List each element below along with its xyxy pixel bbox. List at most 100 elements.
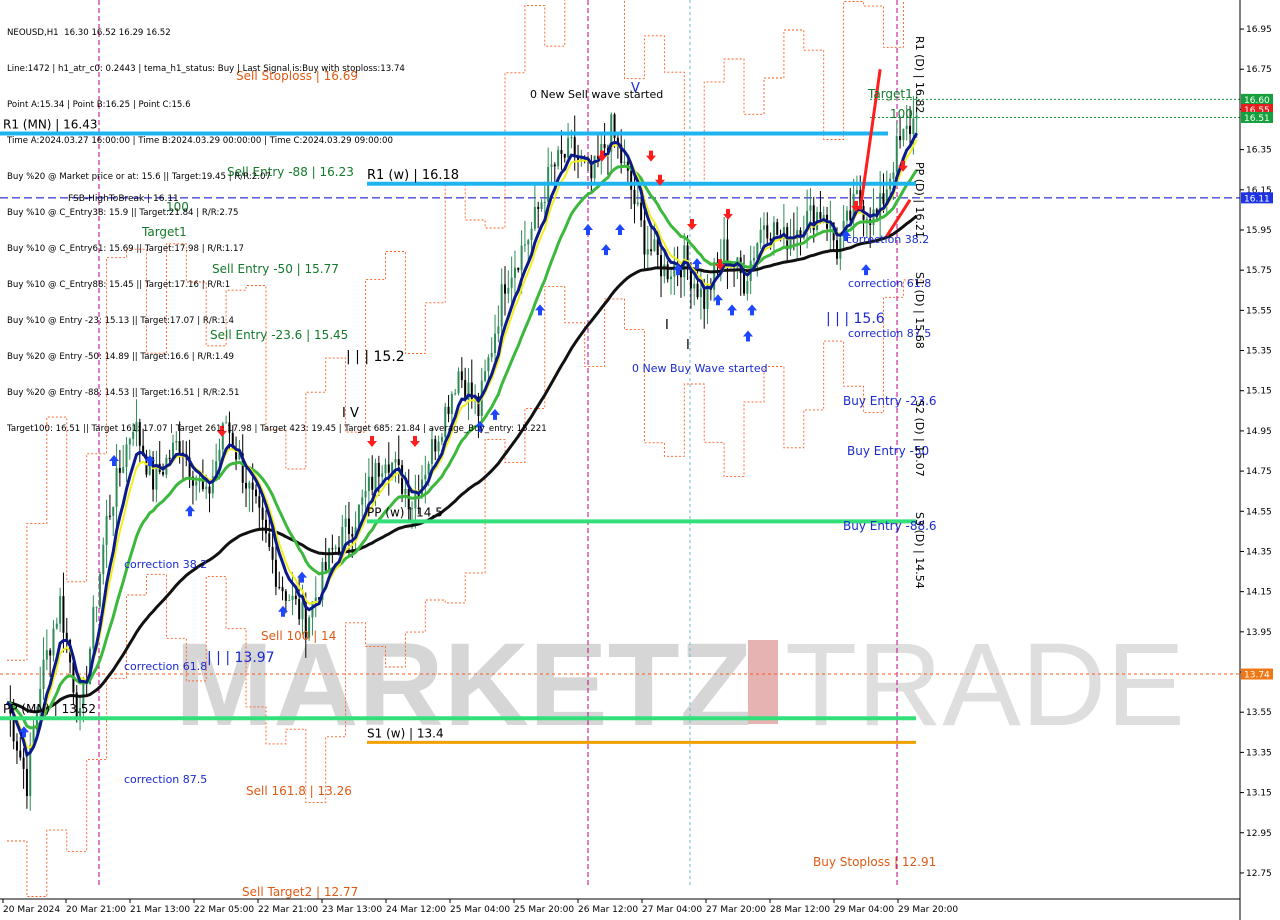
y-tick-label: 12.95 bbox=[1246, 829, 1272, 839]
candle-body bbox=[630, 170, 633, 190]
candle-body bbox=[643, 220, 646, 255]
wave-label-i-a: I bbox=[665, 318, 669, 333]
candle-body bbox=[650, 249, 653, 252]
candle-body bbox=[909, 125, 912, 135]
correction-61-left: correction 61.8 bbox=[124, 660, 207, 673]
buy-arrow bbox=[727, 304, 737, 316]
candle-body bbox=[673, 264, 676, 277]
candle-body bbox=[855, 190, 858, 194]
x-tick-label: 22 Mar 21:00 bbox=[258, 905, 318, 915]
candle-body bbox=[766, 225, 769, 239]
candle-body bbox=[553, 164, 556, 167]
candle-body bbox=[195, 481, 198, 486]
candle-body bbox=[397, 459, 400, 466]
candle-body bbox=[105, 515, 108, 545]
y-tick-label: 12.75 bbox=[1246, 869, 1272, 879]
candle-body bbox=[703, 288, 706, 309]
candle-body bbox=[258, 496, 261, 508]
y-tick-label: 15.15 bbox=[1246, 387, 1272, 397]
candle-body bbox=[125, 444, 128, 468]
candle-body bbox=[371, 476, 374, 490]
candle-body bbox=[205, 486, 208, 489]
candle-body bbox=[679, 269, 682, 278]
candle-body bbox=[427, 463, 430, 475]
candle-body bbox=[331, 548, 334, 550]
candle-body bbox=[374, 462, 377, 490]
watermark-logo-bar bbox=[748, 640, 778, 724]
info-line-3: Time A:2024.03.27 16:00:00 | Time B:2024… bbox=[7, 136, 393, 146]
wave-label-v: V bbox=[631, 81, 640, 96]
candle-body bbox=[892, 172, 895, 179]
candle-body bbox=[115, 468, 118, 507]
candle-body bbox=[168, 457, 171, 460]
candle-body bbox=[351, 533, 354, 537]
candle-body bbox=[646, 249, 649, 255]
candle-body bbox=[839, 237, 842, 259]
candle-body bbox=[384, 464, 387, 474]
pp-weekly-label: PP (w) | 14.5 bbox=[367, 505, 443, 519]
buy-arrow bbox=[615, 223, 625, 235]
candle-body bbox=[208, 486, 211, 494]
candle-body bbox=[905, 125, 908, 129]
x-tick-label: 20 Mar 2024 bbox=[3, 905, 60, 915]
info-line-7: Buy %10 @ C_Entry88: 15.45 || Target:17.… bbox=[7, 280, 231, 290]
candle-body bbox=[899, 136, 902, 141]
x-tick-label: 21 Mar 13:00 bbox=[130, 905, 190, 915]
candle-body bbox=[603, 144, 606, 149]
candle-body bbox=[42, 659, 45, 689]
candle-body bbox=[377, 462, 380, 477]
candle-body bbox=[108, 515, 111, 517]
candle-body bbox=[255, 489, 257, 497]
sell-target2-label: Sell Target2 | 12.77 bbox=[242, 885, 358, 899]
candle-body bbox=[288, 600, 291, 602]
info-line-1: Line:1472 | h1_atr_c0: 0.2443 | tema_h1_… bbox=[7, 64, 405, 74]
pp-monthly-label: PP (MN) | 13.52 bbox=[3, 702, 96, 716]
candle-body bbox=[623, 161, 626, 164]
candle-body bbox=[593, 155, 596, 179]
candle-body bbox=[567, 137, 570, 158]
y-tick-label: 16.95 bbox=[1246, 25, 1272, 35]
candle-body bbox=[819, 212, 822, 219]
candle-body bbox=[49, 650, 52, 656]
y-tick-label: 16.35 bbox=[1246, 146, 1272, 156]
candle-body bbox=[15, 741, 18, 751]
candle-body bbox=[347, 518, 350, 534]
new-sell-wave-label: 0 New Sell wave started bbox=[530, 88, 663, 101]
y-tick-label: 15.95 bbox=[1246, 226, 1272, 236]
price-tag-label: 16.51 bbox=[1244, 114, 1270, 124]
y-tick-label: 13.15 bbox=[1246, 789, 1272, 799]
candle-body bbox=[809, 205, 812, 211]
buy-stoploss-label: Buy Stoploss | 12.91 bbox=[813, 855, 936, 869]
candle-body bbox=[753, 258, 755, 261]
candle-body bbox=[746, 281, 749, 294]
buy-arrow bbox=[861, 264, 871, 276]
candle-body bbox=[118, 468, 121, 473]
candle-body bbox=[361, 497, 364, 505]
candle-body bbox=[693, 283, 696, 289]
candle-body bbox=[281, 587, 284, 592]
candle-body bbox=[298, 599, 301, 620]
info-panel: NEOUSD,H1 16.30 16.52 16.29 16.52 Line:1… bbox=[7, 3, 547, 447]
buy-arrow bbox=[583, 223, 593, 235]
candle-body bbox=[660, 255, 663, 277]
candle-body bbox=[55, 623, 58, 629]
candle-body bbox=[284, 591, 287, 601]
candle-body bbox=[52, 628, 55, 656]
candle-body bbox=[19, 750, 22, 758]
correction-38-left: correction 38.2 bbox=[124, 558, 207, 571]
candle-body bbox=[92, 607, 95, 649]
info-line-6: Buy %10 @ C_Entry61: 15.69 || Target:17.… bbox=[7, 244, 244, 254]
y-tick-label: 13.55 bbox=[1246, 708, 1272, 718]
candle-body bbox=[550, 164, 553, 167]
candle-body bbox=[663, 264, 666, 277]
price-tag-label: 16.11 bbox=[1244, 194, 1270, 204]
candle-body bbox=[59, 596, 62, 624]
y-tick-label: 14.75 bbox=[1246, 467, 1272, 477]
sell-100-label: Sell 100 | 14 bbox=[261, 629, 336, 643]
x-tick-label: 29 Mar 04:00 bbox=[834, 905, 894, 915]
y-tick-label: 13.95 bbox=[1246, 628, 1272, 638]
x-tick-label: 25 Mar 20:00 bbox=[514, 905, 574, 915]
new-buy-wave-label: 0 New Buy Wave started bbox=[632, 362, 768, 375]
x-tick-label: 22 Mar 05:00 bbox=[194, 905, 254, 915]
candle-body bbox=[98, 574, 101, 607]
